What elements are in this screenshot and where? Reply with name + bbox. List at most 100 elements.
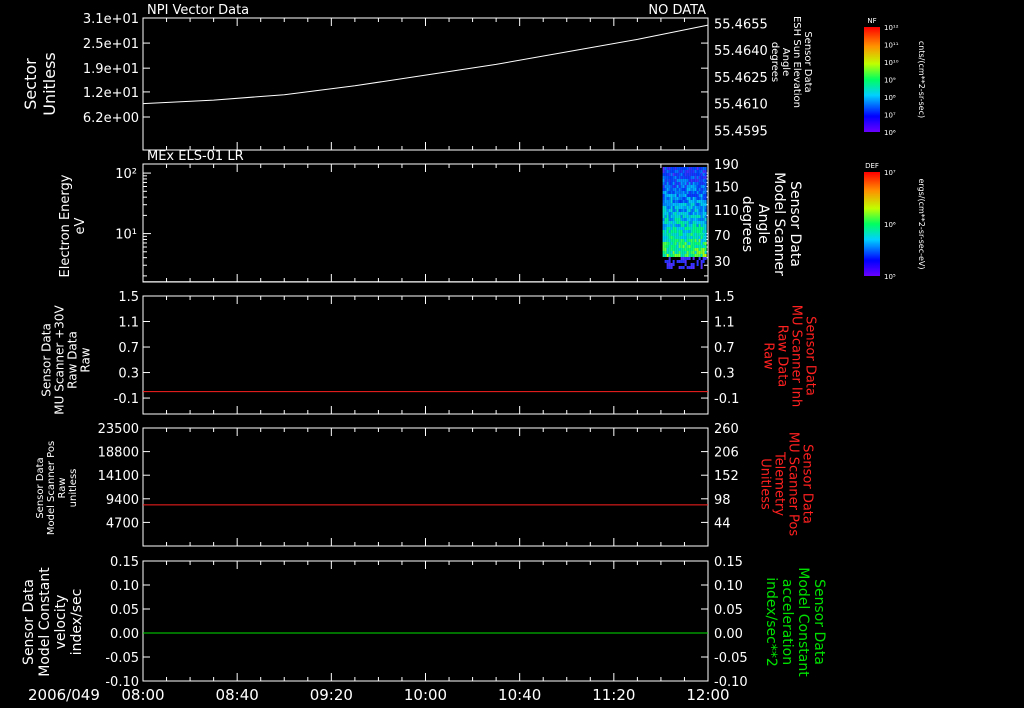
spectrogram-cell [698, 212, 701, 215]
spectrogram-cell [674, 206, 677, 209]
plot-canvas: NPI Vector Data NO DATA 3.1e+01 2.5e+01 1.9e… [21, 3, 926, 704]
spectrogram-cell [686, 182, 689, 185]
spectrogram-cell [692, 230, 695, 233]
spectrogram-cell [662, 176, 665, 179]
spectrogram-cell [694, 185, 697, 188]
spectrogram-cell [692, 209, 695, 212]
spectrogram-cell [674, 209, 677, 212]
spectrogram-cell [688, 209, 691, 212]
spectrogram-cell [684, 188, 687, 191]
spectrogram-cell [662, 191, 665, 194]
spectrogram-cell [678, 230, 681, 233]
spectrogram-cell [676, 167, 679, 170]
spectrogram-cell [680, 248, 683, 251]
spectrogram-cell [698, 233, 701, 236]
spectrogram-cell [664, 203, 667, 206]
spectrogram-cell [688, 245, 691, 248]
spectrogram-cell [696, 227, 699, 230]
spectrogram-cell [686, 188, 689, 191]
spectrogram-cell [672, 254, 675, 257]
spectrogram-cell [686, 179, 689, 182]
spectrogram-cell [674, 200, 677, 203]
panel4-ylabel-left-line: unitless [68, 469, 79, 508]
spectrogram-cell [682, 191, 685, 194]
spectrogram-cell [702, 224, 705, 227]
spectrogram-cell [688, 182, 691, 185]
spectrogram-cell [666, 260, 669, 263]
spectrogram-cell [680, 191, 683, 194]
spectrogram-cell [698, 203, 701, 206]
spectrogram-cell [694, 215, 697, 218]
spectrogram-cell [680, 227, 683, 230]
spectrogram-cell [672, 227, 675, 230]
spectrogram-cell [684, 215, 687, 218]
spectrogram-cell [668, 188, 671, 191]
spectrogram-cell [678, 200, 681, 203]
spectrogram-cell [692, 257, 695, 260]
spectrogram-cell [700, 212, 703, 215]
spectrogram-cell [684, 257, 687, 260]
spectrogram-cell [684, 203, 687, 206]
panel5-ytick-right-label: -0.05 [714, 651, 748, 666]
spectrogram-cell [666, 182, 669, 185]
spectrogram-cell [684, 185, 687, 188]
spectrogram-cell [688, 266, 691, 269]
spectrogram-cell [674, 215, 677, 218]
time-tick-label: 08:00 [121, 686, 164, 704]
panel4-ylabel-left-line: Model Scanner Pos [46, 441, 57, 535]
panel-frame [142, 427, 709, 547]
spectrogram-cell [690, 206, 693, 209]
spectrogram-cell [698, 251, 701, 254]
spectrogram-cell [668, 263, 671, 266]
spectrogram-cell [674, 248, 677, 251]
spectrogram-cell [668, 227, 671, 230]
spectrogram-cell [702, 254, 705, 257]
spectrogram-cell [674, 230, 677, 233]
spectrogram-cell [680, 185, 683, 188]
spectrogram-cell [672, 173, 675, 176]
spectrogram-cell [692, 200, 695, 203]
spectrogram-cell [700, 191, 703, 194]
spectrogram-cell [680, 233, 683, 236]
colorbar-nf-units: cnts/(cm**2-sr-sec) [917, 41, 926, 118]
spectrogram-cell [692, 167, 695, 170]
spectrogram-cell [678, 203, 681, 206]
spectrogram-cell [692, 215, 695, 218]
spectrogram-cell [696, 230, 699, 233]
spectrogram-cell [684, 206, 687, 209]
spectrogram-cell [672, 167, 675, 170]
spectrogram-cell [696, 248, 699, 251]
spectrogram-cell [674, 245, 677, 248]
spectrogram-cell [668, 191, 671, 194]
spectrogram-cell [702, 242, 705, 245]
panel3-ylabel-left-line: Raw Data [66, 331, 80, 389]
spectrogram-cell [694, 209, 697, 212]
spectrogram-cell [666, 197, 669, 200]
spectrogram-cell [670, 179, 673, 182]
panel5-ylabel-left-line: Sensor Data [21, 579, 37, 665]
spectrogram-cell [666, 245, 669, 248]
spectrogram-cell [686, 242, 689, 245]
spectrogram-cell [698, 236, 701, 239]
spectrogram-cell [668, 248, 671, 251]
panel1-status: NO DATA [648, 3, 706, 18]
spectrogram-cell [704, 248, 707, 251]
spectrogram-cell [672, 182, 675, 185]
spectrogram-cell [666, 185, 669, 188]
spectrogram-cell [678, 176, 681, 179]
spectrogram-cell [684, 200, 687, 203]
spectrogram-cell [692, 236, 695, 239]
spectrogram-cell [684, 218, 687, 221]
spectrogram-cell [664, 221, 667, 224]
spectrogram-cell [680, 230, 683, 233]
spectrogram-cell [676, 185, 679, 188]
spectrogram-cell [668, 230, 671, 233]
colorbar-def-units: ergs/(cm**2-sr-sec-eV) [917, 178, 926, 269]
panel4-ylabel-right-line: Telemetry [771, 451, 786, 516]
spectrogram-cell [670, 233, 673, 236]
spectrogram-cell [702, 185, 705, 188]
spectrogram-cell [674, 182, 677, 185]
panel5-ylabel-right-line: acceleration [779, 579, 795, 665]
spectrogram-cell [698, 227, 701, 230]
spectrogram-cell [668, 236, 671, 239]
